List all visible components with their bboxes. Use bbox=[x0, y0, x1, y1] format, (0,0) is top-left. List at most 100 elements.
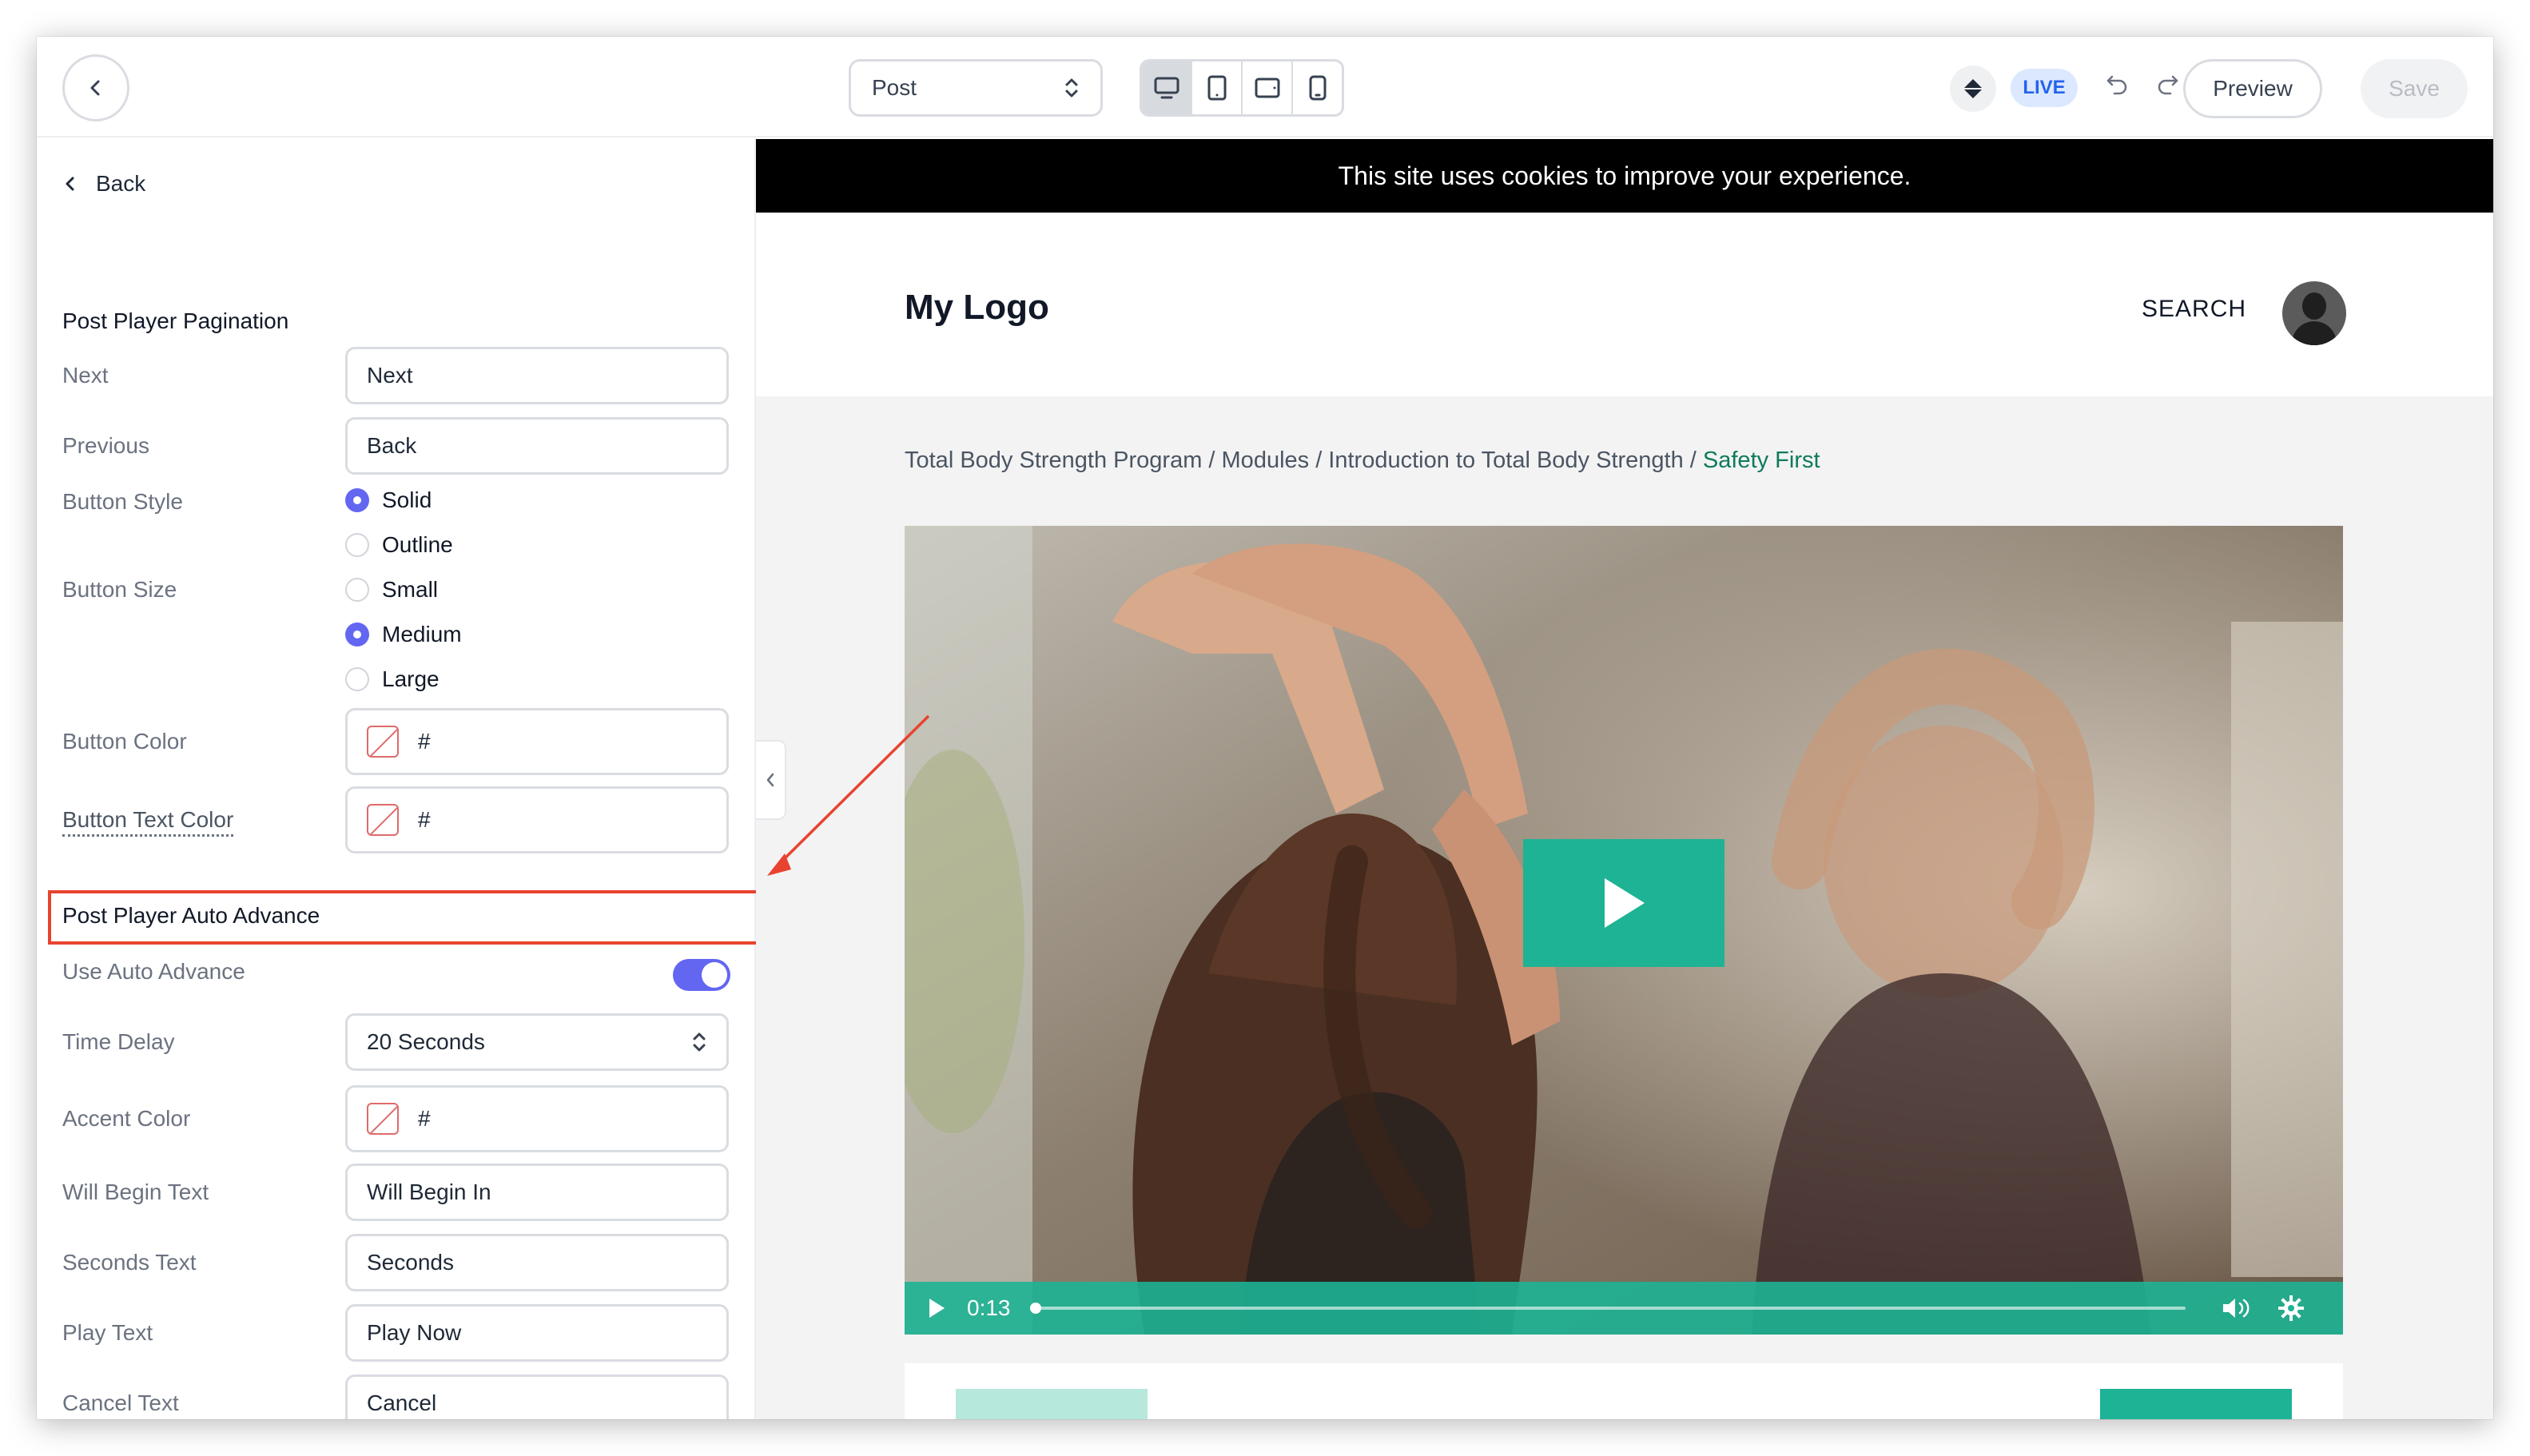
avatar[interactable] bbox=[2282, 281, 2346, 345]
will-begin-text-value: Will Begin In bbox=[367, 1180, 491, 1204]
redo-button[interactable] bbox=[2154, 72, 2180, 101]
accent-color-label: Accent Color bbox=[62, 1106, 191, 1131]
video-play-button[interactable] bbox=[927, 1297, 946, 1319]
previous-post-button[interactable] bbox=[956, 1389, 1148, 1419]
search-link[interactable]: SEARCH bbox=[2142, 296, 2246, 323]
radio-selected-icon bbox=[345, 623, 369, 646]
save-button[interactable]: Save bbox=[2361, 59, 2468, 118]
theme-button[interactable] bbox=[1950, 66, 1996, 112]
empty-color-swatch-icon[interactable] bbox=[367, 804, 399, 836]
button-size-medium-radio[interactable]: Medium bbox=[345, 622, 462, 647]
previous-text-value: Back bbox=[367, 433, 417, 458]
use-auto-advance-label: Use Auto Advance bbox=[62, 959, 245, 984]
avatar-head-icon bbox=[2302, 292, 2326, 320]
accent-color-input[interactable]: # bbox=[345, 1085, 729, 1152]
button-style-label: Button Style bbox=[62, 489, 183, 514]
radio-unselected-icon bbox=[345, 533, 369, 557]
radio-label: Small bbox=[382, 577, 439, 602]
tablet-portrait-view-button[interactable] bbox=[1192, 62, 1243, 114]
cookie-text: This site uses cookies to improve your e… bbox=[1338, 161, 1911, 190]
next-text-input[interactable]: Next bbox=[345, 347, 729, 404]
mobile-view-button[interactable] bbox=[1293, 62, 1342, 114]
cookie-banner: This site uses cookies to improve your e… bbox=[756, 139, 2493, 213]
avatar-body-icon bbox=[2292, 321, 2337, 345]
breadcrumb: Total Body Strength Program / Modules / … bbox=[905, 448, 1820, 474]
chevron-left-icon bbox=[766, 773, 774, 787]
seconds-text-value: Seconds bbox=[367, 1250, 454, 1275]
cancel-text-value: Cancel bbox=[367, 1390, 437, 1415]
post-navigation-card bbox=[905, 1363, 2343, 1419]
site-logo[interactable]: My Logo bbox=[905, 288, 1049, 328]
video-progress-knob[interactable] bbox=[1029, 1303, 1041, 1314]
previous-text-input[interactable]: Back bbox=[345, 417, 729, 475]
radio-label: Medium bbox=[382, 622, 462, 646]
desktop-view-button[interactable] bbox=[1142, 62, 1192, 114]
tablet-landscape-icon bbox=[1255, 78, 1279, 98]
chevron-up-down-icon bbox=[693, 1032, 706, 1052]
video-controls-bar: 0:13 bbox=[905, 1282, 2343, 1335]
button-text-color-input[interactable]: # bbox=[345, 786, 729, 853]
play-icon bbox=[1605, 878, 1645, 928]
page-type-value: Post bbox=[872, 75, 917, 100]
undo-icon bbox=[2106, 75, 2127, 95]
cancel-text-label: Cancel Text bbox=[62, 1390, 179, 1415]
play-icon bbox=[929, 1299, 945, 1318]
time-delay-label: Time Delay bbox=[62, 1029, 175, 1054]
diamond-icon bbox=[1963, 79, 1983, 98]
pagination-section-title: Post Player Pagination bbox=[62, 308, 289, 333]
use-auto-advance-toggle[interactable] bbox=[673, 959, 730, 991]
settings-panel: Back Post Player Pagination Next Next Pr… bbox=[37, 139, 764, 1419]
time-delay-select[interactable]: 20 Seconds bbox=[345, 1013, 729, 1071]
video-player[interactable]: 0:13 bbox=[905, 526, 2343, 1335]
radio-selected-icon bbox=[345, 488, 369, 512]
video-play-overlay-button[interactable] bbox=[1523, 839, 1724, 967]
will-begin-text-input[interactable]: Will Begin In bbox=[345, 1164, 729, 1221]
radio-unselected-icon bbox=[345, 578, 369, 602]
button-color-label: Button Color bbox=[62, 729, 187, 754]
tablet-landscape-view-button[interactable] bbox=[1243, 62, 1293, 114]
volume-button[interactable] bbox=[2221, 1295, 2253, 1321]
video-settings-button[interactable] bbox=[2277, 1294, 2305, 1323]
breadcrumb-current[interactable]: Safety First bbox=[1703, 448, 1820, 473]
button-style-outline-radio[interactable]: Outline bbox=[345, 532, 453, 558]
mobile-icon bbox=[1309, 75, 1326, 101]
next-post-button[interactable] bbox=[2100, 1389, 2292, 1419]
back-link[interactable]: Back bbox=[62, 171, 145, 197]
button-color-input[interactable]: # bbox=[345, 708, 729, 775]
play-text-label: Play Text bbox=[62, 1320, 153, 1345]
cancel-text-input[interactable]: Cancel bbox=[345, 1374, 729, 1419]
back-label: Back bbox=[96, 171, 146, 196]
video-progress-bar[interactable] bbox=[1029, 1303, 2186, 1314]
collapse-panel-button[interactable] bbox=[756, 740, 786, 820]
previous-label: Previous bbox=[62, 433, 149, 458]
redo-icon bbox=[2158, 75, 2178, 95]
radio-label: Outline bbox=[382, 532, 453, 557]
page-type-select[interactable]: Post bbox=[849, 59, 1103, 117]
top-toolbar: Post LIVE Preview Save bbox=[37, 37, 2493, 137]
preview-button[interactable]: Preview bbox=[2183, 59, 2322, 118]
chevron-left-icon bbox=[90, 80, 100, 96]
play-text-value: Play Now bbox=[367, 1320, 462, 1345]
next-text-value: Next bbox=[367, 363, 413, 388]
breadcrumb-trail[interactable]: Total Body Strength Program / Modules / … bbox=[905, 448, 1703, 473]
editor-window: Post LIVE Preview Save Back Post Player … bbox=[37, 37, 2493, 1419]
tablet-portrait-icon bbox=[1207, 75, 1226, 101]
seconds-text-input[interactable]: Seconds bbox=[345, 1234, 729, 1291]
play-text-input[interactable]: Play Now bbox=[345, 1304, 729, 1362]
button-size-large-radio[interactable]: Large bbox=[345, 666, 440, 692]
undo-button[interactable] bbox=[2105, 72, 2130, 101]
auto-advance-section-title: Post Player Auto Advance bbox=[62, 903, 320, 928]
button-color-value: # bbox=[418, 729, 431, 754]
device-switcher bbox=[1140, 59, 1344, 117]
gear-icon bbox=[2277, 1295, 2304, 1321]
chevron-left-icon bbox=[66, 177, 74, 191]
empty-color-swatch-icon[interactable] bbox=[367, 1103, 399, 1135]
radio-label: Large bbox=[382, 666, 440, 691]
button-text-color-label: Button Text Color bbox=[62, 807, 234, 837]
button-style-solid-radio[interactable]: Solid bbox=[345, 487, 432, 513]
radio-label: Solid bbox=[382, 487, 432, 512]
empty-color-swatch-icon[interactable] bbox=[367, 726, 399, 758]
exit-editor-button[interactable] bbox=[62, 54, 129, 121]
button-size-small-radio[interactable]: Small bbox=[345, 577, 438, 603]
volume-icon bbox=[2222, 1299, 2249, 1318]
